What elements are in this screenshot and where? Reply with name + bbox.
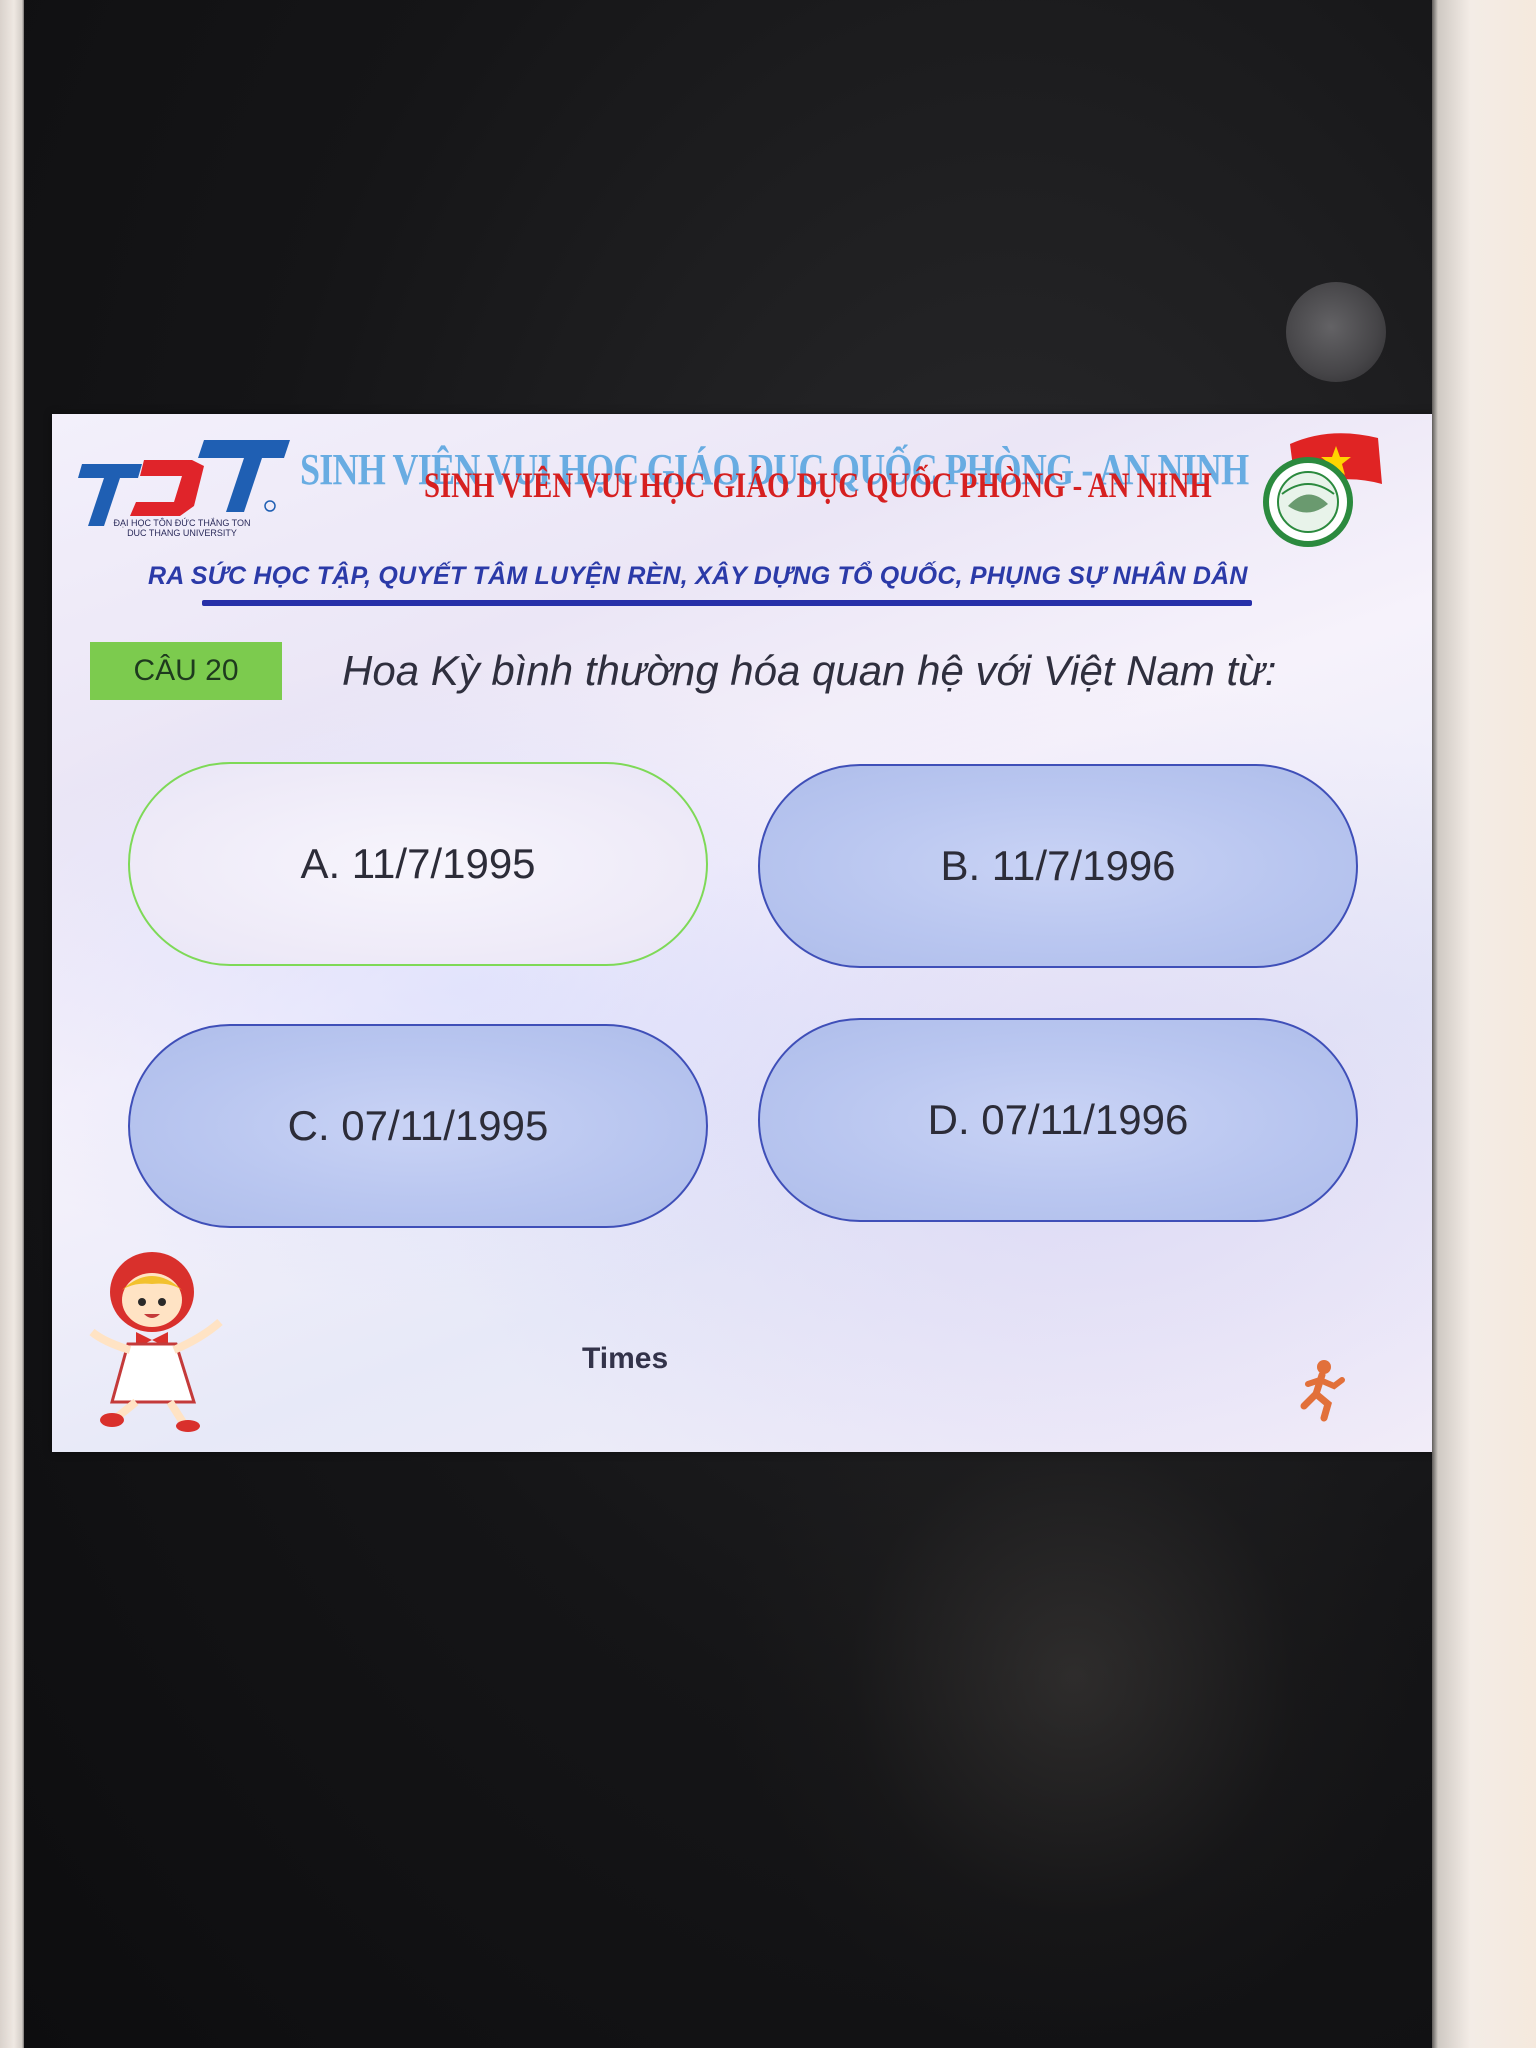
answer-c-label: C. 07/11/1995 — [287, 1102, 549, 1149]
timer-label: Times — [582, 1342, 669, 1375]
logo-caption: ĐẠI HỌC TÔN ĐỨC THẮNG TON DUC THANG UNIV… — [113, 518, 251, 538]
answer-d-button[interactable]: D. 07/11/1996 — [758, 1018, 1358, 1222]
girl-mascot-icon — [89, 1252, 223, 1432]
assistive-touch-button[interactable] — [1286, 282, 1386, 382]
quiz-slide: ĐẠI HỌC TÔN ĐỨC THẮNG TON DUC THANG UNIV… — [52, 414, 1432, 1452]
youth-union-emblem-icon — [1263, 433, 1382, 547]
slogan: RA SỨC HỌC TẬP, QUYẾT TÂM LUYỆN RÈN, XÂY… — [148, 562, 1248, 590]
answer-d-label: D. 07/11/1996 — [927, 1096, 1189, 1143]
phone-screen: ĐẠI HỌC TÔN ĐỨC THẮNG TON DUC THANG UNIV… — [24, 0, 1432, 2048]
answer-a-button[interactable]: A. 11/7/1995 — [128, 762, 708, 966]
question-number-badge: CÂU 20 — [90, 642, 282, 700]
answer-c-button[interactable]: C. 07/11/1995 — [128, 1024, 708, 1228]
answer-b-button[interactable]: B. 11/7/1996 — [758, 764, 1358, 968]
answer-b-label: B. 11/7/1996 — [940, 842, 1176, 889]
question-text: Hoa Kỳ bình thường hóa quan hệ với Việt … — [342, 647, 1277, 694]
slogan-underline — [202, 600, 1252, 606]
screen-reflection — [724, 1430, 1424, 2048]
page-title: SINH VIÊN VUI HỌC GIÁO DỤC QUỐC PHÒNG - … — [424, 465, 1212, 505]
running-man-icon[interactable] — [1290, 1358, 1350, 1422]
answer-a-label: A. 11/7/1995 — [300, 840, 536, 887]
